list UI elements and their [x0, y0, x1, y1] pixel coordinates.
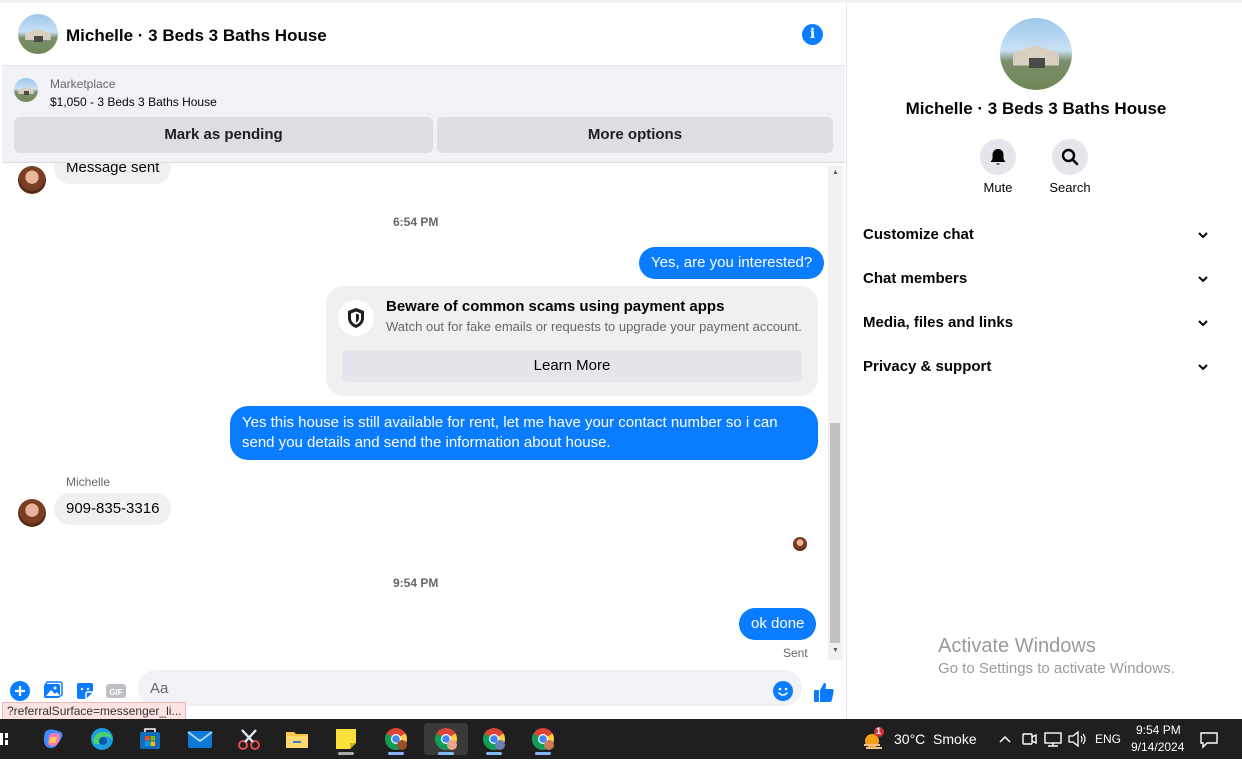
search-label: Search [1049, 180, 1091, 195]
scam-warning-card: Beware of common scams using payment app… [326, 286, 818, 396]
microsoft-store-icon[interactable] [130, 723, 170, 755]
activate-windows-watermark: Activate Windows [938, 635, 1096, 657]
mute-button[interactable] [980, 139, 1016, 175]
shield-icon [338, 300, 374, 336]
running-indicator [535, 752, 551, 755]
delivery-status: Sent [783, 646, 808, 660]
copilot-icon[interactable] [33, 723, 73, 755]
running-indicator [438, 752, 454, 755]
timestamp: 9:54 PM [393, 576, 439, 590]
input-language[interactable]: ENG [1095, 732, 1121, 746]
volume-icon[interactable] [1066, 723, 1088, 755]
message-line: send you details and send the informatio… [242, 434, 611, 451]
gif-label: GIF [109, 688, 122, 697]
weather-icon[interactable] [858, 723, 888, 755]
marketplace-label: Marketplace [50, 77, 116, 91]
clock-time[interactable]: 9:54 PM [1136, 723, 1181, 737]
sender-name: Michelle [66, 475, 111, 489]
message-line: Yes this house is still available for re… [242, 414, 778, 431]
chat-pane: Michelle · 3 Beds 3 Baths House i Market… [2, 3, 845, 720]
running-indicator [388, 752, 404, 755]
chevron-down-icon [1193, 303, 1213, 343]
section-privacy-support[interactable]: Privacy & support [863, 347, 1213, 387]
bell-icon [990, 149, 1006, 165]
sender-avatar[interactable] [18, 166, 46, 194]
notifications-icon[interactable] [1197, 723, 1221, 755]
thumbs-up-icon[interactable] [813, 681, 835, 702]
activate-windows-subtext: Go to Settings to activate Windows. [938, 660, 1175, 677]
message-input[interactable] [138, 670, 802, 706]
network-icon[interactable] [1042, 723, 1064, 755]
section-chat-members[interactable]: Chat members [863, 259, 1213, 299]
chrome-profile-icon[interactable] [523, 723, 563, 755]
conversation-details-pane: Michelle · 3 Beds 3 Baths House Mute Sea… [846, 3, 1224, 719]
sticky-notes-icon[interactable] [326, 723, 366, 755]
edge-browser-icon[interactable] [82, 723, 122, 755]
meet-now-icon[interactable] [1019, 723, 1039, 755]
details-title: Michelle · 3 Beds 3 Baths House [905, 99, 1167, 118]
search-icon [1061, 148, 1079, 166]
weather-text[interactable]: 30°C Smoke [894, 731, 977, 747]
page-scrollbar[interactable] [1225, 3, 1242, 719]
listing-avatar[interactable] [18, 14, 58, 54]
photo-icon[interactable] [43, 681, 63, 701]
weather-badge: 1 [876, 726, 882, 736]
chevron-down-icon [1193, 259, 1213, 299]
link-status-bar: ?referralSurface=messenger_li... [2, 702, 187, 720]
scrollbar-thumb[interactable] [830, 423, 840, 643]
chevron-down-icon [1193, 215, 1213, 255]
marketplace-banner: Marketplace $1,050 - 3 Beds 3 Baths Hous… [2, 66, 845, 163]
messenger-window: Michelle · 3 Beds 3 Baths House i Market… [0, 0, 1242, 720]
task-view-icon[interactable] [0, 723, 12, 755]
conversation-title[interactable]: Michelle · 3 Beds 3 Baths House [66, 26, 327, 46]
chevron-down-icon [1193, 347, 1213, 387]
listing-title[interactable]: $1,050 - 3 Beds 3 Baths House [50, 95, 217, 109]
mark-as-pending-button[interactable]: Mark as pending [14, 117, 433, 153]
message-bubble-outgoing-long[interactable]: Yes this house is still available for re… [230, 406, 818, 460]
search-button[interactable] [1052, 139, 1088, 175]
running-indicator [486, 752, 502, 755]
details-avatar[interactable] [1000, 18, 1072, 90]
clock-date[interactable]: 9/14/2024 [1131, 740, 1184, 754]
windows-taskbar: 1 30°C Smoke ENG 9:54 PM 9/14/2024 [0, 719, 1242, 759]
gif-icon[interactable]: GIF [106, 681, 126, 701]
scroll-up-arrow[interactable]: ▲ [828, 166, 843, 180]
chevron-up-icon[interactable] [995, 723, 1015, 755]
more-options-button[interactable]: More options [437, 117, 833, 153]
snipping-tool-icon[interactable] [229, 723, 269, 755]
chrome-profile-icon[interactable] [376, 723, 416, 755]
learn-more-button[interactable]: Learn More [342, 350, 802, 382]
listing-thumbnail[interactable] [14, 78, 38, 102]
chrome-active-icon[interactable] [424, 723, 468, 755]
scam-warning-title: Beware of common scams using payment app… [386, 298, 725, 315]
sender-avatar[interactable] [18, 499, 46, 527]
scam-warning-subtitle: Watch out for fake emails or requests to… [386, 319, 802, 334]
section-media-files-links[interactable]: Media, files and links [863, 303, 1213, 343]
message-bubble-incoming[interactable]: Message sent [54, 163, 172, 184]
emoji-icon[interactable] [773, 681, 793, 701]
message-bubble-outgoing[interactable]: ok done [739, 608, 817, 640]
message-bubble-incoming[interactable]: 909-835-3316 [54, 493, 172, 525]
plus-circle-icon[interactable] [10, 681, 30, 701]
chat-header: Michelle · 3 Beds 3 Baths House i [2, 3, 845, 66]
running-indicator [338, 752, 354, 755]
section-customize-chat[interactable]: Customize chat [863, 215, 1213, 255]
message-bubble-outgoing[interactable]: Yes, are you interested? [639, 247, 825, 279]
sticker-icon[interactable] [75, 681, 95, 701]
file-explorer-icon[interactable] [277, 723, 317, 755]
scroll-down-arrow[interactable]: ▼ [828, 644, 843, 658]
chrome-profile-icon[interactable] [474, 723, 514, 755]
info-icon[interactable]: i [802, 24, 823, 45]
mute-label: Mute [983, 180, 1013, 195]
message-list: Message sent 6:54 PM Yes, are you intere… [2, 163, 827, 660]
seen-indicator-avatar [793, 537, 807, 551]
mail-icon[interactable] [180, 723, 220, 755]
timestamp: 6:54 PM [393, 215, 439, 229]
